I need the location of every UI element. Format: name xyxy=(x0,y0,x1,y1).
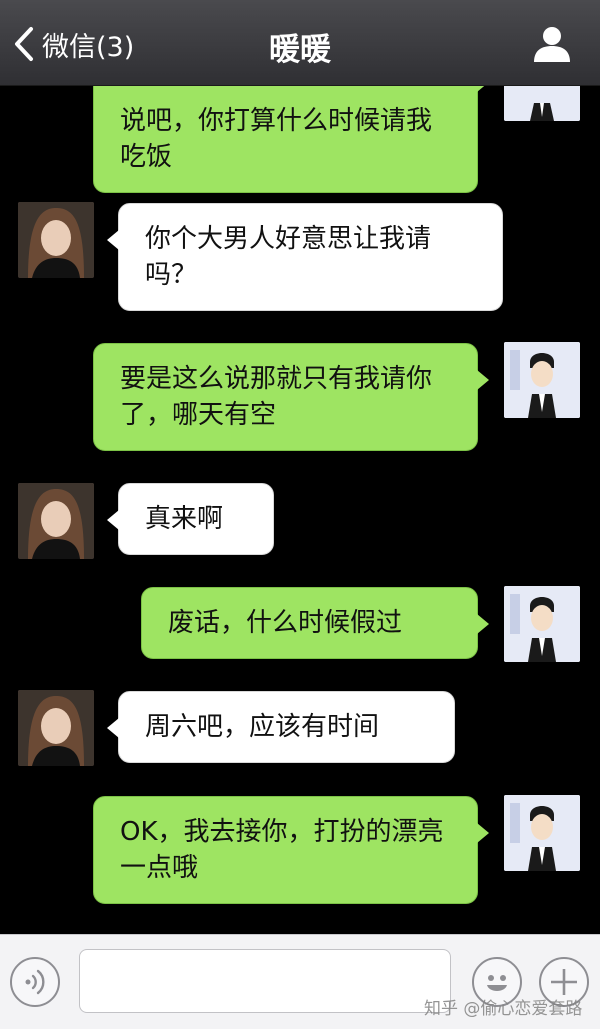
contact-avatar[interactable] xyxy=(18,690,94,766)
message-row: 废话，什么时候假过 xyxy=(0,586,600,662)
message-bubble-incoming[interactable]: 真来啊 xyxy=(107,483,274,555)
message-text: 废话，什么时候假过 xyxy=(168,608,403,638)
message-bubble-incoming[interactable]: 你个大男人好意思让我请吗？ xyxy=(107,203,503,311)
message-text: 真来啊 xyxy=(145,504,224,534)
chat-title: 暖暖 xyxy=(269,32,331,68)
my-avatar[interactable] xyxy=(504,795,580,871)
voice-icon xyxy=(25,969,45,995)
message-input[interactable] xyxy=(79,949,451,1013)
message-row: 要是这么说那就只有我请你了，哪天有空 xyxy=(0,342,600,454)
message-bubble-outgoing[interactable]: OK，我去接你，打扮的漂亮一点哦 xyxy=(93,796,489,904)
nav-bar: 微信(3) 暖暖 xyxy=(0,0,600,86)
my-avatar[interactable] xyxy=(504,586,580,662)
message-bubble-outgoing[interactable]: 废话，什么时候假过 xyxy=(141,587,489,659)
message-bubble-outgoing[interactable]: 说吧，你打算什么时候请我吃饭 xyxy=(93,85,489,193)
message-text: 要是这么说那就只有我请你了，哪天有空 xyxy=(120,364,433,430)
voice-button[interactable] xyxy=(10,957,60,1007)
message-row: 周六吧，应该有时间 xyxy=(0,690,600,766)
profile-button[interactable] xyxy=(532,24,572,64)
message-row: OK，我去接你，打扮的漂亮一点哦 xyxy=(0,795,600,907)
contact-avatar[interactable] xyxy=(18,202,94,278)
message-row: 真来啊 xyxy=(0,483,600,559)
message-text: 周六吧，应该有时间 xyxy=(145,712,380,742)
person-icon xyxy=(534,27,570,62)
message-row: 你个大男人好意思让我请吗？ xyxy=(0,202,600,314)
message-text: 说吧，你打算什么时候请我吃饭 xyxy=(120,106,433,172)
my-avatar[interactable] xyxy=(504,85,580,121)
message-bubble-outgoing[interactable]: 要是这么说那就只有我请你了，哪天有空 xyxy=(93,343,489,451)
my-avatar[interactable] xyxy=(504,342,580,418)
watermark: 知乎 @偷心恋爱套路 xyxy=(424,999,583,1019)
message-bubble-incoming[interactable]: 周六吧，应该有时间 xyxy=(107,691,455,763)
message-list[interactable]: 说吧，你打算什么时候请我吃饭 你个大男人好意思让我请吗？ 要是这么说那就只有我请… xyxy=(0,85,600,934)
message-text: 你个大男人好意思让我请吗？ xyxy=(145,224,432,290)
contact-avatar[interactable] xyxy=(18,483,94,559)
message-row: 说吧，你打算什么时候请我吃饭 xyxy=(0,85,600,193)
message-text: OK，我去接你，打扮的漂亮一点哦 xyxy=(120,817,444,883)
